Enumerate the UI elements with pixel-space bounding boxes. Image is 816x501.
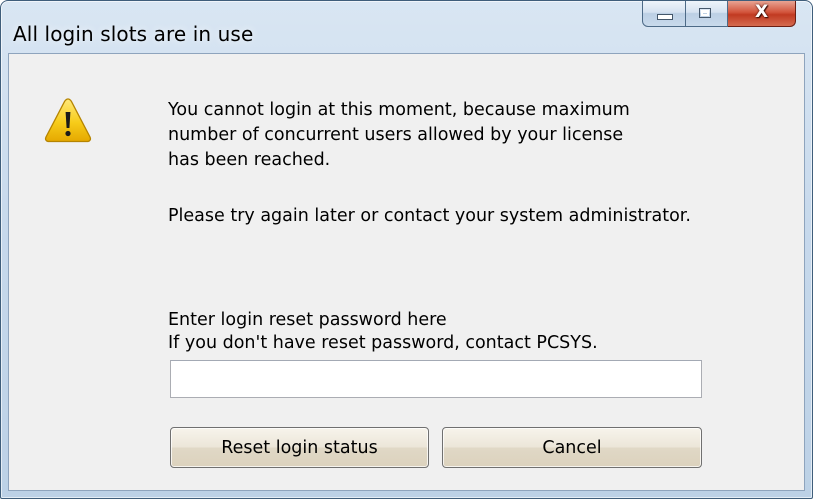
cancel-button[interactable]: Cancel	[442, 427, 702, 468]
password-prompt: Enter login reset password here If you d…	[168, 309, 598, 355]
warning-icon	[44, 98, 92, 143]
advice-message: Please try again later or contact your s…	[168, 206, 691, 226]
close-button[interactable]: X	[728, 1, 796, 27]
message-line: You cannot login at this moment, because…	[168, 100, 630, 120]
reset-login-status-button[interactable]: Reset login status	[170, 427, 429, 468]
caption-buttons: X	[642, 1, 796, 28]
reset-password-input[interactable]	[170, 360, 702, 398]
window-title: All login slots are in use	[13, 22, 254, 46]
message-line: number of concurrent users allowed by yo…	[168, 125, 624, 145]
message-line: has been reached.	[168, 150, 331, 170]
title-bar[interactable]: All login slots are in use X	[1, 1, 812, 53]
maximize-icon	[699, 8, 711, 18]
maximize-button[interactable]	[686, 1, 728, 27]
minimize-button[interactable]	[642, 1, 686, 27]
dialog-window: All login slots are in use X You cannot …	[0, 0, 813, 499]
dialog-body: You cannot login at this moment, because…	[8, 53, 805, 491]
close-icon: X	[754, 2, 769, 22]
prompt-line: If you don't have reset password, contac…	[168, 333, 598, 353]
error-message: You cannot login at this moment, because…	[168, 98, 768, 173]
prompt-line: Enter login reset password here	[168, 310, 447, 330]
minimize-icon	[657, 14, 673, 20]
